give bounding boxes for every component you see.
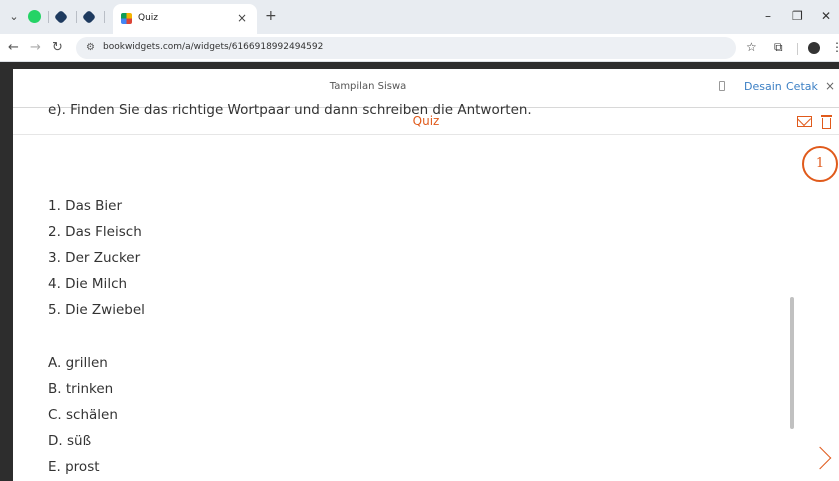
- bookmark-star-icon[interactable]: ☆: [746, 40, 757, 54]
- numbered-item: 2. Das Fleisch: [48, 224, 142, 240]
- pinned-tab-icon[interactable]: [53, 9, 69, 25]
- modal-close-button[interactable]: ×: [825, 79, 835, 93]
- bookwidgets-favicon-icon: [121, 13, 132, 24]
- trash-icon[interactable]: [821, 114, 832, 129]
- preview-modal: Tampilan Siswa Desain Cetak × Quiz: [13, 69, 839, 481]
- content-scrollbar[interactable]: [790, 297, 794, 429]
- reload-icon[interactable]: ↻: [52, 40, 63, 56]
- site-info-icon[interactable]: ⚙: [86, 42, 95, 53]
- whatsapp-tab-icon[interactable]: [28, 10, 41, 23]
- phone-preview-icon[interactable]: [719, 81, 725, 91]
- tab-separator: [76, 11, 77, 23]
- mail-icon[interactable]: [797, 116, 812, 127]
- profile-avatar-icon[interactable]: [808, 42, 820, 54]
- back-icon[interactable]: ←: [8, 40, 19, 56]
- toolbar-separator: [797, 43, 798, 55]
- lettered-item: B. trinken: [48, 381, 114, 397]
- lettered-item: E. prost: [48, 459, 100, 475]
- tab-close-button[interactable]: ×: [237, 11, 247, 25]
- tab-separator: [48, 11, 49, 23]
- forward-icon[interactable]: →: [30, 40, 41, 56]
- numbered-item: 3. Der Zucker: [48, 250, 141, 266]
- active-tab[interactable]: Quiz ×: [113, 4, 257, 34]
- address-bar[interactable]: ⚙ bookwidgets.com/a/widgets/616691899249…: [76, 37, 736, 59]
- new-tab-button[interactable]: +: [265, 8, 277, 24]
- minimize-icon[interactable]: –: [765, 9, 771, 23]
- tab-separator: [104, 11, 105, 23]
- url-text[interactable]: bookwidgets.com/a/widgets/61669189924945…: [103, 42, 323, 52]
- browser-toolbar: ← → ↻ ⚙ bookwidgets.com/a/widgets/616691…: [0, 34, 839, 62]
- numbered-item: 1. Das Bier: [48, 198, 123, 214]
- window-close-icon[interactable]: ✕: [821, 9, 831, 23]
- browser-tab-strip: ⌄ Quiz × + – ❐ ✕: [0, 0, 839, 34]
- menu-kebab-icon[interactable]: ⋮: [831, 40, 839, 54]
- extensions-icon[interactable]: ⧉: [774, 40, 783, 55]
- restore-icon[interactable]: ❐: [792, 9, 803, 23]
- numbered-item: 4. Die Milch: [48, 276, 128, 292]
- question-number-badge[interactable]: 1: [802, 146, 838, 182]
- lettered-item: C. schälen: [48, 407, 118, 423]
- modal-title: Tampilan Siswa: [329, 81, 407, 92]
- design-link[interactable]: Desain: [744, 80, 782, 93]
- pinned-tab-icon[interactable]: [81, 9, 97, 25]
- tab-search-chevron-icon[interactable]: ⌄: [6, 9, 22, 25]
- tab-title: Quiz: [138, 13, 159, 23]
- numbered-item: 5. Die Zwiebel: [48, 302, 145, 318]
- lettered-item: D. süß: [48, 433, 92, 449]
- lettered-item: A. grillen: [48, 355, 108, 371]
- question-instruction: e). Finden Sie das richtige Wortpaar und…: [48, 102, 532, 118]
- print-link[interactable]: Cetak: [786, 80, 818, 93]
